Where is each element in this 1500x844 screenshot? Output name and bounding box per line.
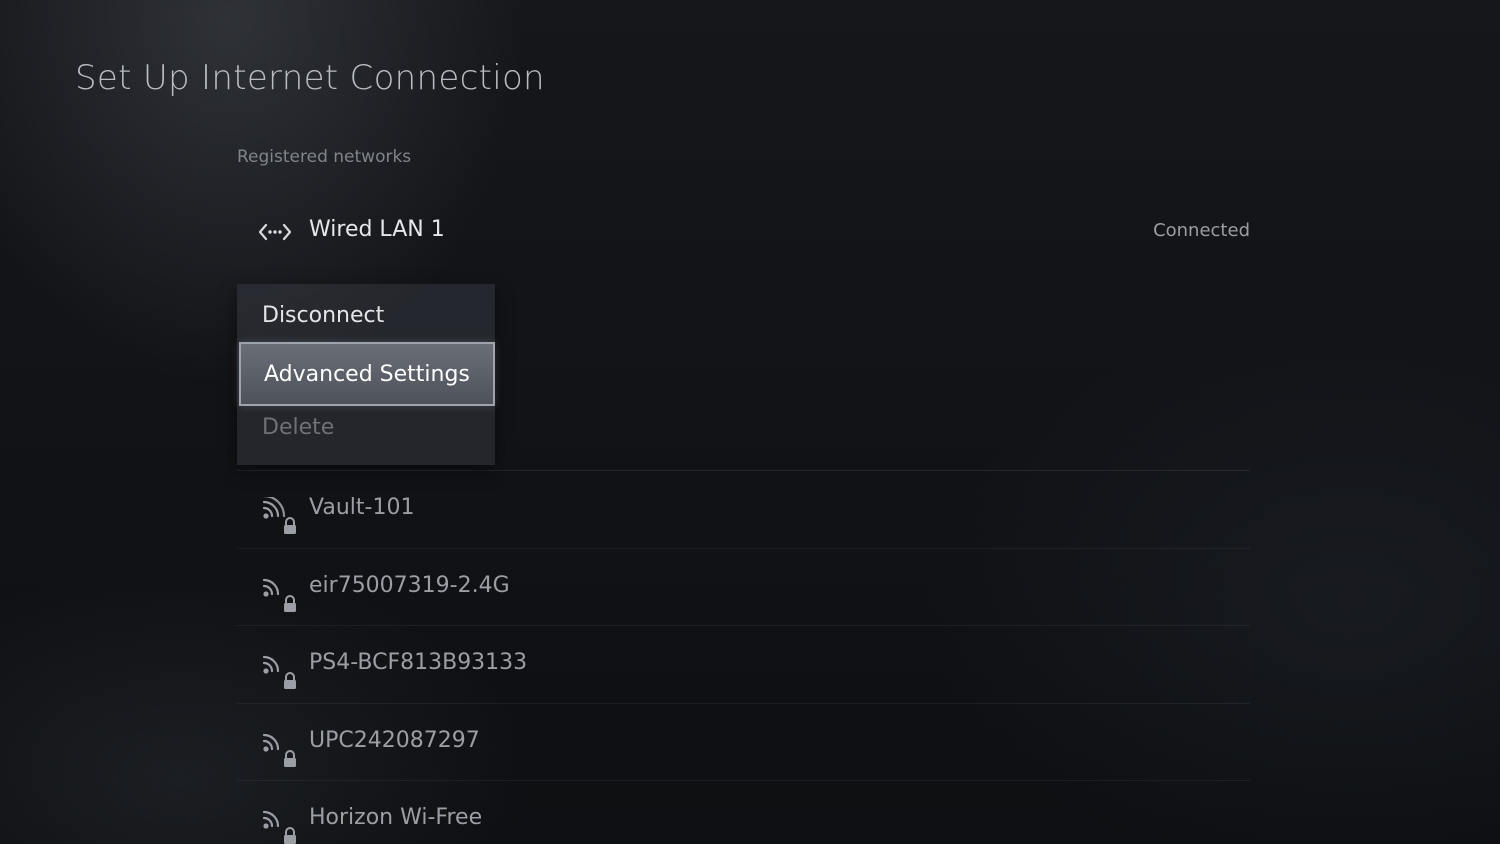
page-title: Set Up Internet Connection: [75, 58, 545, 98]
wifi-locked-icon: [261, 575, 301, 613]
network-row-eir75007319[interactable]: eir75007319-2.4G: [237, 547, 1250, 626]
network-name: PS4-BCF813B93133: [309, 650, 528, 675]
delete-option[interactable]: Delete: [237, 400, 495, 456]
disconnect-option[interactable]: Disconnect: [237, 288, 495, 344]
context-menu: Disconnect Advanced Settings Delete: [237, 284, 495, 465]
advanced-settings-option[interactable]: Advanced Settings: [239, 342, 495, 406]
network-list: Vault-101 eir75007319-2.4G PS4-BCF813B93…: [237, 470, 1250, 844]
wifi-locked-icon: [261, 652, 301, 690]
wifi-locked-icon: [261, 494, 301, 535]
wired-lan-row[interactable]: Wired LAN 1 Connected: [237, 200, 1250, 264]
screen: Set Up Internet Connection Registered ne…: [0, 0, 1500, 844]
network-name: Horizon Wi-Free: [309, 805, 483, 830]
network-name: eir75007319-2.4G: [309, 572, 510, 598]
network-row-ps4[interactable]: PS4-BCF813B93133: [237, 625, 1250, 703]
wifi-locked-icon: [261, 730, 301, 768]
wifi-locked-icon: [261, 807, 301, 844]
wired-lan-name: Wired LAN 1: [309, 217, 445, 242]
network-row-upc[interactable]: UPC242087297: [237, 702, 1250, 781]
network-name: UPC242087297: [309, 727, 480, 753]
network-row-vault-101[interactable]: Vault-101: [237, 470, 1250, 548]
network-row-horizon[interactable]: Horizon Wi-Free: [237, 780, 1250, 844]
registered-networks-label: Registered networks: [237, 147, 412, 167]
network-name: Vault-101: [309, 495, 415, 520]
wired-lan-icon: [258, 220, 292, 244]
connection-status: Connected: [1153, 220, 1250, 241]
